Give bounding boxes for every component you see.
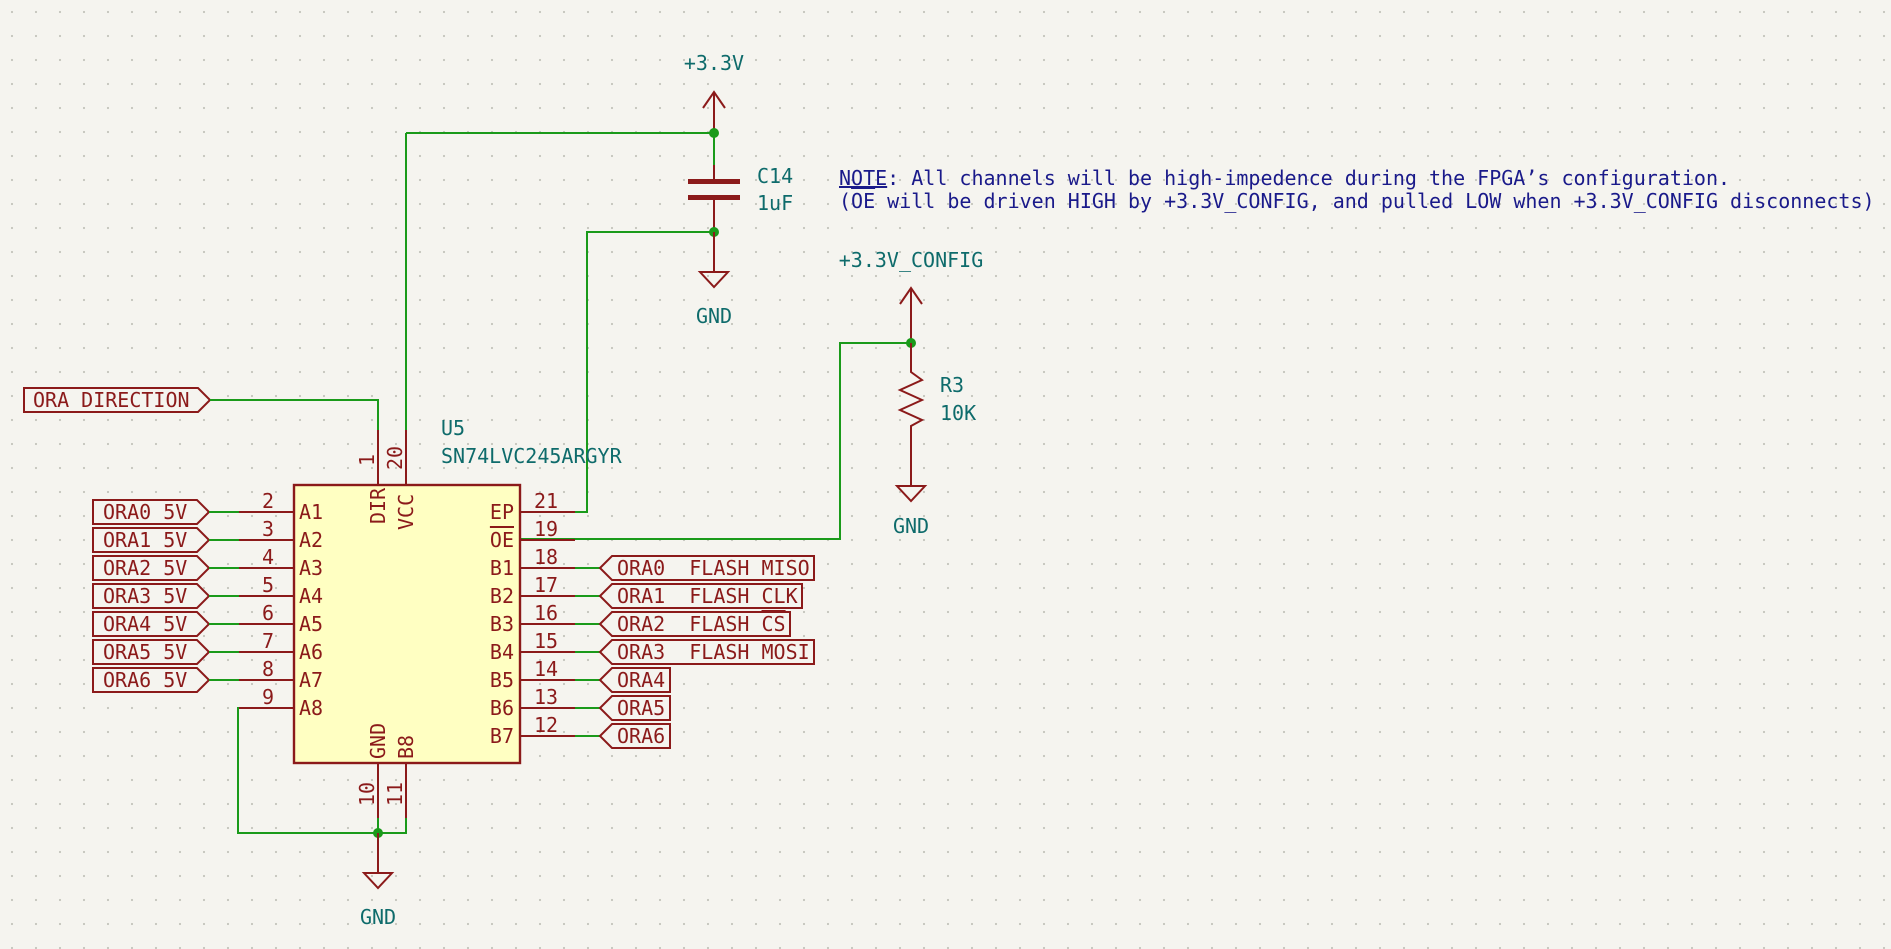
resistor-ref: R3 [940, 373, 964, 397]
net-label-text: ORA0_5V [103, 500, 187, 524]
ic-pin-number-4: 4 [262, 545, 274, 569]
vcc-junction [709, 128, 719, 138]
ic-pin-number-9: 9 [262, 685, 274, 709]
ic-value: SN74LVC245ARGYR [441, 444, 623, 468]
ic-pin-name-b6: B6 [490, 696, 514, 720]
cap-gnd-label: GND [696, 304, 732, 328]
ic-pin-number-2: 2 [262, 489, 274, 513]
ic-pin-name-ep: EP [490, 500, 514, 524]
vcc-config-label: +3.3V_CONFIG [839, 248, 984, 272]
net-label-text: ORA5 [617, 696, 665, 720]
ic-pin-number-13: 13 [534, 685, 558, 709]
canvas-background [0, 0, 1891, 949]
ic-pin-number-3: 3 [262, 517, 274, 541]
resistor-value: 10K [940, 401, 976, 425]
net-label-text: ORA4 [617, 668, 665, 692]
ic-pin-name-a7: A7 [299, 668, 323, 692]
note-line-2-open: ( [839, 189, 851, 213]
ic-top-pin-vcc-name: VCC [394, 494, 418, 530]
net-label-text: ORA3_5V [103, 584, 187, 608]
net-label-text: ORA6_5V [103, 668, 187, 692]
ic-top-pin-1-num: 1 [355, 454, 379, 466]
ic-pin-name-a2: A2 [299, 528, 323, 552]
ic-top-pin-20-num: 20 [383, 446, 407, 470]
note-prefix: NOTE [839, 166, 887, 190]
ic-pin-number-8: 8 [262, 657, 274, 681]
note-line-1-rest: : All channels will be high-impedence du… [887, 166, 1730, 190]
ic-pin-number-19: 19 [534, 517, 558, 541]
capacitor-plate-top [688, 179, 740, 184]
net-label-text: ORA3__FLASH_MOSI [617, 640, 810, 664]
schematic-canvas: +3.3V C14 1uF GND NOTE: All channels wil… [0, 0, 1891, 949]
config-note: NOTE: All channels will be high-impedenc… [839, 166, 1875, 213]
ic-pin-name-a1: A1 [299, 500, 323, 524]
ic-pin-name-a8: A8 [299, 696, 323, 720]
ic-pin-name-oe: OE [490, 528, 514, 552]
net-label-text: ORA2__FLASH_CS [617, 612, 786, 636]
ic-pin-number-12: 12 [534, 713, 558, 737]
ic-pin-number-5: 5 [262, 573, 274, 597]
capacitor-value: 1uF [757, 191, 793, 215]
note-line-2: (OE will be driven HIGH by +3.3V_CONFIG,… [839, 189, 1875, 213]
res-gnd-label: GND [893, 514, 929, 538]
vcc-power-label: +3.3V [684, 51, 744, 75]
ic-pin-name-b3: B3 [490, 612, 514, 636]
ic-gnd-label: GND [360, 905, 396, 929]
ic-bottom-pin-11-num: 11 [383, 782, 407, 806]
ic-pin-name-b5: B5 [490, 668, 514, 692]
ic-pin-name-a4: A4 [299, 584, 323, 608]
net-label-text: ORA5_5V [103, 640, 187, 664]
net-label-text: ORA2_5V [103, 556, 187, 580]
net-label-ora0-flash-miso[interactable]: ORA0__FLASH_MISO [575, 555, 815, 581]
ic-bottom-pin-b8-name: B8 [394, 735, 418, 759]
ic-pin-number-21: 21 [534, 489, 558, 513]
ic-pin-number-7: 7 [262, 629, 274, 653]
ic-pin-name-b7: B7 [490, 724, 514, 748]
capacitor-ref: C14 [757, 164, 793, 188]
net-label-text: ORA6 [617, 724, 665, 748]
ic-pin-number-15: 15 [534, 629, 558, 653]
ic-top-pin-dir-name: DIR [366, 487, 390, 524]
net-label-text-prefix: ORA2__FLASH_ [617, 612, 762, 636]
net-label-ora2-flash-cs[interactable]: ORA2__FLASH_CS [575, 611, 791, 637]
net-label-text: ORA0__FLASH_MISO [617, 556, 810, 580]
net-label-text: ORA4_5V [103, 612, 187, 636]
net-label-ora1-flash-clk[interactable]: ORA1__FLASH_CLK [575, 583, 803, 609]
ic-pin-number-18: 18 [534, 545, 558, 569]
ic-bottom-pin-gnd-name: GND [366, 723, 390, 759]
ic-pin-name-a6: A6 [299, 640, 323, 664]
ic-pin-number-17: 17 [534, 573, 558, 597]
direction-label[interactable]: ORA_DIRECTION [23, 387, 212, 413]
capacitor-plate-bottom [688, 195, 740, 200]
ic-pin-name-b1: B1 [490, 556, 514, 580]
ic-pin-name-b2: B2 [490, 584, 514, 608]
net-label-ora3-flash-mosi[interactable]: ORA3__FLASH_MOSI [575, 639, 815, 665]
ic-pin-number-6: 6 [262, 601, 274, 625]
net-label-text: ORA1__FLASH_CLK [617, 584, 798, 608]
ic-pin-name-a5: A5 [299, 612, 323, 636]
ic-pin-name-b4: B4 [490, 640, 514, 664]
direction-label-text: ORA_DIRECTION [33, 388, 190, 412]
note-oe-overbar: OE [851, 189, 875, 213]
ic-bottom-pin-10-num: 10 [355, 782, 379, 806]
note-line-1: NOTE: All channels will be high-impedenc… [839, 166, 1730, 190]
ic-ref: U5 [441, 416, 465, 440]
net-label-text: ORA1_5V [103, 528, 187, 552]
note-line-2-rest: will be driven HIGH by +3.3V_CONFIG, and… [875, 189, 1874, 213]
ic-pin-number-14: 14 [534, 657, 558, 681]
ic-pin-name-a3: A3 [299, 556, 323, 580]
ic-pin-number-16: 16 [534, 601, 558, 625]
net-label-text-overbar: CS [762, 612, 786, 636]
